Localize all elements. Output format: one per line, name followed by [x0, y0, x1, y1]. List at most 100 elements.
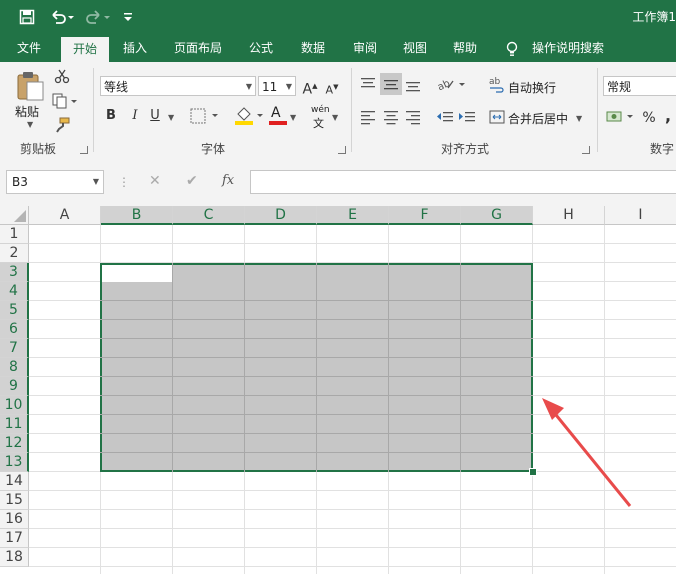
align-center-icon[interactable] [383, 109, 399, 128]
paste-button-label[interactable]: 粘贴 [15, 103, 39, 120]
row-header-2[interactable]: 2 [0, 244, 29, 263]
column-header-b[interactable]: B [101, 206, 173, 225]
row-header-16[interactable]: 16 [0, 510, 29, 529]
insert-function-icon[interactable]: fx [222, 173, 234, 188]
selected-range[interactable] [100, 263, 533, 472]
orientation-icon[interactable]: ab [436, 76, 466, 95]
column-header-i[interactable]: I [605, 206, 676, 225]
percent-button[interactable]: % [640, 108, 658, 128]
gridline [29, 566, 676, 567]
row-header-5[interactable]: 5 [0, 301, 29, 320]
lightbulb-icon [506, 41, 518, 60]
customize-icon[interactable] [118, 7, 138, 27]
align-bottom-icon[interactable] [405, 76, 421, 95]
cut-icon[interactable] [54, 68, 70, 87]
shrink-font-button[interactable]: A▼ [324, 77, 340, 97]
redo-icon[interactable] [84, 7, 112, 27]
row-header-14[interactable]: 14 [0, 472, 29, 491]
formula-input[interactable] [250, 170, 676, 194]
merge-center-icon[interactable] [489, 109, 505, 128]
ribbon: 粘贴 ▼ 剪贴板 等线 ▼ 11 ▼ A▲ A▼ B I U ▼ A ▼ wén 文… [0, 62, 676, 159]
tab-insert[interactable]: 插入 [114, 34, 156, 62]
row-header-8[interactable]: 8 [0, 358, 29, 377]
grow-font-button[interactable]: A▲ [302, 76, 318, 98]
paste-dropdown-icon[interactable]: ▼ [27, 120, 33, 129]
active-cell-b3[interactable] [102, 265, 172, 282]
row-header-4[interactable]: 4 [0, 282, 29, 301]
font-color-button[interactable]: A ▼ [268, 105, 298, 126]
wrap-text-icon[interactable]: ab [489, 76, 505, 97]
underline-button[interactable]: U [148, 106, 162, 126]
italic-button[interactable]: I [128, 106, 142, 126]
tell-me-search[interactable]: 操作说明搜索 [528, 34, 608, 62]
row-header-9[interactable]: 9 [0, 377, 29, 396]
column-header-c[interactable]: C [173, 206, 245, 225]
title-bar: 工作簿1 [0, 0, 676, 34]
column-header-e[interactable]: E [317, 206, 389, 225]
copy-icon[interactable] [52, 93, 78, 112]
align-middle-icon[interactable] [380, 73, 402, 95]
paste-icon[interactable] [14, 70, 46, 102]
tab-file[interactable]: 文件 [8, 34, 50, 62]
wrap-text-button[interactable]: 自动换行 [508, 79, 556, 96]
cancel-icon[interactable]: ✕ [149, 173, 161, 189]
clipboard-group-label: 剪贴板 [19, 142, 56, 156]
enter-icon[interactable]: ✔ [186, 173, 198, 189]
number-format-select[interactable]: 常规 [603, 76, 676, 96]
column-header-f[interactable]: F [389, 206, 461, 225]
font-name-select[interactable]: 等线 ▼ [100, 76, 256, 96]
align-right-icon[interactable] [405, 109, 421, 128]
column-header-a[interactable]: A [29, 206, 101, 225]
row-header-11[interactable]: 11 [0, 415, 29, 434]
column-header-d[interactable]: D [245, 206, 317, 225]
clipboard-launcher-icon[interactable] [80, 146, 88, 154]
bold-button[interactable]: B [104, 106, 118, 126]
separator [351, 68, 352, 152]
align-top-icon[interactable] [360, 76, 376, 95]
undo-icon[interactable] [48, 7, 76, 27]
increase-indent-icon[interactable] [458, 109, 476, 128]
font-size-select[interactable]: 11 ▼ [258, 76, 296, 96]
comma-button[interactable]: , [662, 106, 674, 126]
alignment-launcher-icon[interactable] [582, 146, 590, 154]
tab-formulas[interactable]: 公式 [240, 34, 282, 62]
tab-help[interactable]: 帮助 [444, 34, 486, 62]
underline-dropdown-icon[interactable]: ▼ [168, 113, 174, 122]
select-all-corner[interactable] [0, 206, 29, 225]
row-header-15[interactable]: 15 [0, 491, 29, 510]
fill-color-icon[interactable] [234, 106, 264, 129]
merge-dropdown-icon[interactable]: ▼ [576, 114, 582, 123]
row-header-3[interactable]: 3 [0, 263, 29, 282]
row-header-7[interactable]: 7 [0, 339, 29, 358]
worksheet-grid[interactable]: A B C D E F G H I 1 2 3 4 5 6 7 8 9 10 1… [0, 206, 676, 574]
save-icon[interactable] [17, 7, 37, 27]
column-header-g[interactable]: G [461, 206, 533, 225]
column-header-h[interactable]: H [533, 206, 605, 225]
borders-icon[interactable] [190, 108, 218, 127]
row-header-17[interactable]: 17 [0, 529, 29, 548]
svg-text:ab: ab [489, 77, 501, 87]
annotation-arrow-icon [542, 398, 632, 507]
row-header-10[interactable]: 10 [0, 396, 29, 415]
tab-review[interactable]: 审阅 [344, 34, 386, 62]
ribbon-tabs: 文件 开始 插入 页面布局 公式 数据 审阅 视图 帮助 操作说明搜索 [0, 34, 676, 62]
format-painter-icon[interactable] [54, 117, 70, 136]
align-left-icon[interactable] [360, 109, 376, 128]
font-launcher-icon[interactable] [338, 146, 346, 154]
name-box[interactable]: B3 ▼ [6, 170, 104, 194]
row-header-6[interactable]: 6 [0, 320, 29, 339]
merge-center-button[interactable]: 合并后居中 [508, 110, 568, 127]
decrease-indent-icon[interactable] [436, 109, 454, 128]
row-header-1[interactable]: 1 [0, 225, 29, 244]
row-header-18[interactable]: 18 [0, 548, 29, 567]
tab-home[interactable]: 开始 [61, 37, 109, 62]
separator [93, 68, 94, 152]
phonetic-guide-button[interactable]: wén 文 ▼ [310, 105, 340, 130]
accounting-format-icon[interactable] [606, 108, 634, 127]
tab-view[interactable]: 视图 [394, 34, 436, 62]
row-header-12[interactable]: 12 [0, 434, 29, 453]
tab-data[interactable]: 数据 [292, 34, 334, 62]
row-header-13[interactable]: 13 [0, 453, 29, 472]
gridline [29, 547, 676, 548]
tab-page-layout[interactable]: 页面布局 [166, 34, 230, 62]
